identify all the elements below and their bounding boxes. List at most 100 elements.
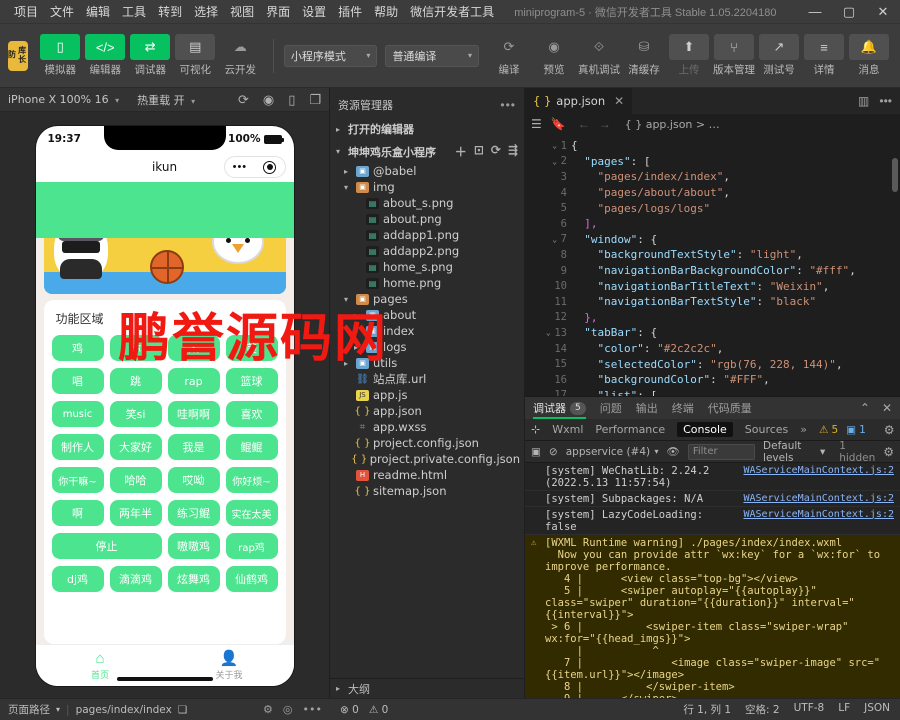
tree-item-5[interactable]: ▤ addapp2.png	[330, 243, 524, 259]
sound-button-17[interactable]: 哈哈	[109, 467, 162, 493]
sound-button-22[interactable]: 练习鲲	[167, 500, 220, 526]
tree-item-4[interactable]: ▤ addapp1.png	[330, 227, 524, 243]
toolbar-button-预览[interactable]: ◉ 预览	[532, 34, 576, 77]
sound-button-14[interactable]: 我是	[167, 434, 220, 460]
sound-button-11[interactable]: 喜欢	[225, 401, 278, 427]
console-sidebar-icon[interactable]: ▣	[531, 446, 541, 458]
toolbar-button-测试号[interactable]: ↗ 测试号	[757, 34, 801, 77]
tree-item-0[interactable]: ▸ ▣ @babel	[330, 163, 524, 179]
record-icon[interactable]: ◉	[263, 92, 274, 108]
sound-button-19[interactable]: 你好烦~	[225, 467, 278, 493]
menu-item-4[interactable]: 转到	[152, 1, 188, 22]
menu-item-9[interactable]: 插件	[332, 1, 368, 22]
menu-item-8[interactable]: 设置	[296, 1, 332, 22]
tree-item-1[interactable]: ▾ ▣ img	[330, 179, 524, 195]
capsule-buttons[interactable]: •••	[223, 156, 286, 178]
console-message-source[interactable]: WAServiceMainContext.js:2	[743, 509, 894, 520]
tree-item-10[interactable]: ▸ ▣ index	[330, 323, 524, 339]
code-content[interactable]: { "pages": [ "pages/index/index", "pages…	[571, 134, 900, 396]
close-button[interactable]: ✕	[866, 0, 900, 24]
multiwindow-icon[interactable]: ❐	[309, 92, 321, 108]
tree-item-12[interactable]: ▸ ▣ utils	[330, 355, 524, 371]
close-icon[interactable]: ✕	[882, 401, 892, 415]
tree-item-7[interactable]: ▤ home.png	[330, 275, 524, 291]
sound-button-28[interactable]: 滴滴鸡	[109, 566, 162, 592]
tree-item-11[interactable]: ▸ ▣ logs	[330, 339, 524, 355]
indentation-indicator[interactable]: 空格: 2	[745, 702, 780, 717]
toolbar-button-编辑器[interactable]: </> 编辑器	[83, 34, 127, 77]
tree-item-15[interactable]: { } app.json	[330, 403, 524, 419]
debugger-tab-3[interactable]: 终端	[672, 400, 694, 416]
toolbar-button-编译[interactable]: ⟳ 编译	[487, 34, 531, 77]
collapse-icon[interactable]: ⌃	[860, 401, 870, 415]
minimize-button[interactable]: —	[798, 0, 832, 24]
code-editor[interactable]: ⌄ 1 ⌄ 2 3 4 5 6 ⌄ 7 8 9 10 11 12 ⌄ 13 14 15 16 ⌄ 17 { "pages"…	[525, 134, 900, 396]
swiper-banner[interactable]: ♪♫♪	[43, 238, 286, 294]
refresh-icon[interactable]: ⟳	[491, 143, 501, 160]
outline-section[interactable]: ▸ 大纲	[330, 678, 524, 698]
fold-toggle-icon[interactable]: ⌄	[549, 157, 561, 166]
sound-button-18[interactable]: 哎呦	[167, 467, 220, 493]
info-counter[interactable]: ▣ 1	[846, 424, 866, 436]
sound-button-7[interactable]: 篮球	[225, 368, 278, 394]
warning-counter[interactable]: ⚠ 5	[819, 424, 838, 436]
toolbar-button-真机调试[interactable]: ⟐ 真机调试	[577, 34, 621, 77]
sound-button-13[interactable]: 大家好	[109, 434, 162, 460]
sound-button-3[interactable]: 美	[225, 335, 278, 361]
eol-indicator[interactable]: LF	[838, 702, 850, 717]
bookmark-icon[interactable]: 🔖	[551, 117, 566, 131]
tree-item-17[interactable]: { } project.config.json	[330, 435, 524, 451]
back-icon[interactable]: ←	[578, 117, 590, 131]
capsule-close-icon[interactable]	[263, 160, 277, 174]
project-section[interactable]: ▾ 坤坤鸡乐盒小程序 ＋ ⊡ ⟳ ⇶	[330, 140, 524, 163]
sound-button-24[interactable]: 停止	[51, 533, 162, 559]
outline-icon[interactable]: ☰	[531, 117, 542, 131]
menu-item-1[interactable]: 文件	[44, 1, 80, 22]
toolbar-button-云开发[interactable]: ☁ 云开发	[218, 34, 262, 77]
devtools-tab-performance[interactable]: Performance	[595, 423, 665, 436]
sound-button-12[interactable]: 制作人	[51, 434, 104, 460]
menu-item-6[interactable]: 视图	[224, 1, 260, 22]
menu-item-7[interactable]: 界面	[260, 1, 296, 22]
hotreload-select[interactable]: 热重载 开 ▾	[137, 92, 195, 108]
console-context-select[interactable]: appservice (#4) ▾	[566, 446, 659, 458]
console-eye-icon[interactable]: 👁	[667, 445, 680, 458]
sound-button-21[interactable]: 两年半	[109, 500, 162, 526]
toolbar-button-详情[interactable]: ≡ 详情	[802, 34, 846, 77]
tree-item-8[interactable]: ▾ ▣ pages	[330, 291, 524, 307]
toolbar-button-消息[interactable]: 🔔 消息	[847, 34, 891, 77]
toolbar-button-版本管理[interactable]: ⑂ 版本管理	[712, 34, 756, 77]
tree-item-14[interactable]: JS app.js	[330, 387, 524, 403]
sound-button-10[interactable]: 哇啊啊	[167, 401, 220, 427]
tree-item-19[interactable]: Hreadme.html	[330, 467, 524, 483]
new-file-icon[interactable]: ＋	[455, 143, 467, 160]
tree-item-2[interactable]: ▤ about_s.png	[330, 195, 524, 211]
tree-item-3[interactable]: ▤ about.png	[330, 211, 524, 227]
toolbar-button-模拟器[interactable]: ▯ 模拟器	[38, 34, 82, 77]
maximize-button[interactable]: ▢	[832, 0, 866, 24]
tree-item-18[interactable]: { } project.private.config.json	[330, 451, 524, 467]
new-folder-icon[interactable]: ⊡	[474, 143, 484, 160]
settings-gear-icon[interactable]: ⚙	[884, 423, 895, 437]
console-filter-input[interactable]: Filter	[687, 443, 756, 460]
console-clear-icon[interactable]: ⊘	[549, 446, 558, 458]
mode-select[interactable]: 小程序模式 ▾	[283, 44, 378, 67]
fold-toggle-icon[interactable]: ⌄	[549, 235, 561, 244]
debugger-tab-2[interactable]: 输出	[636, 400, 658, 416]
menu-item-10[interactable]: 帮助	[368, 1, 404, 22]
debugger-tab-4[interactable]: 代码质量	[708, 400, 752, 416]
console-levels-select[interactable]: Default levels ▾	[763, 440, 825, 464]
collapse-icon[interactable]: ⇶	[508, 143, 518, 160]
bug-icon[interactable]: ⚙	[263, 703, 273, 716]
line-col-indicator[interactable]: 行 1, 列 1	[683, 702, 731, 717]
console-output[interactable]: [system] WeChatLib: 2.24.2 (2022.5.13 11…	[525, 463, 900, 698]
tree-item-6[interactable]: ▤ home_s.png	[330, 259, 524, 275]
devtools-more-tabs-icon[interactable]: »	[800, 423, 807, 436]
sound-button-25[interactable]: 嗷嗷鸡	[167, 533, 220, 559]
sound-button-5[interactable]: 跳	[109, 368, 162, 394]
tree-item-20[interactable]: { } sitemap.json	[330, 483, 524, 499]
devtools-tab-console[interactable]: Console	[677, 422, 733, 437]
close-icon[interactable]: ✕	[614, 94, 624, 108]
toolbar-button-清缓存[interactable]: ⛁ 清缓存	[622, 34, 666, 77]
sound-button-29[interactable]: 炫舞鸡	[167, 566, 220, 592]
